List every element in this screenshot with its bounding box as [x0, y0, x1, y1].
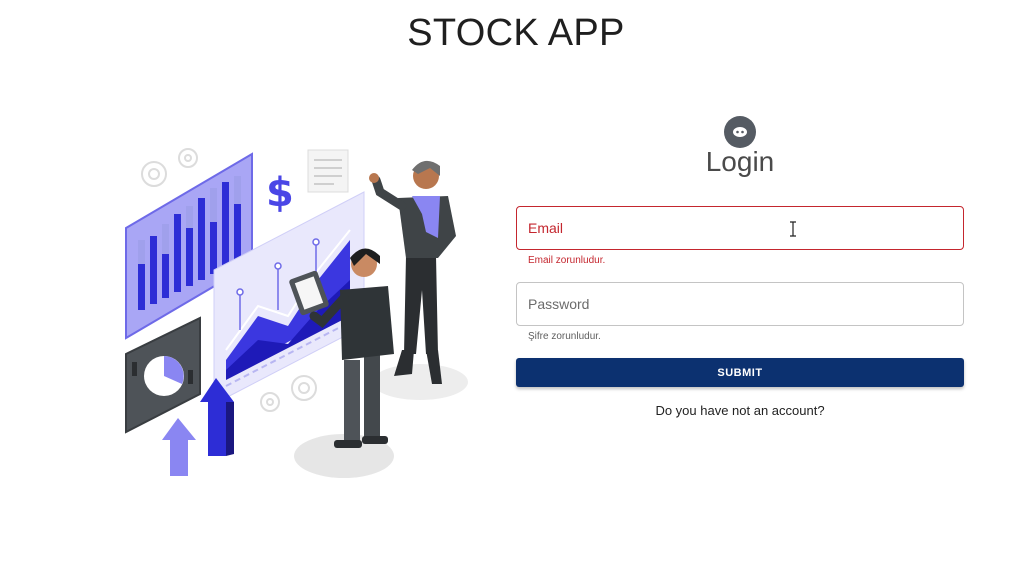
password-field[interactable]	[516, 282, 964, 326]
email-field[interactable]	[516, 206, 964, 250]
password-input[interactable]	[517, 283, 963, 325]
email-input[interactable]	[517, 207, 963, 249]
signup-link[interactable]: Do you have not an account?	[516, 403, 964, 418]
text-cursor-icon	[790, 221, 796, 237]
user-avatar-icon	[724, 116, 756, 148]
email-error-text: Email zorunludur.	[528, 255, 606, 266]
submit-button[interactable]: SUBMIT	[516, 358, 964, 387]
stock-analytics-illustration: $	[125, 148, 468, 478]
password-helper-text: Şifre zorunludur.	[528, 331, 601, 342]
svg-text:$: $	[266, 170, 294, 216]
app-title: STOCK APP	[407, 12, 625, 54]
login-title: Login	[705, 146, 775, 177]
